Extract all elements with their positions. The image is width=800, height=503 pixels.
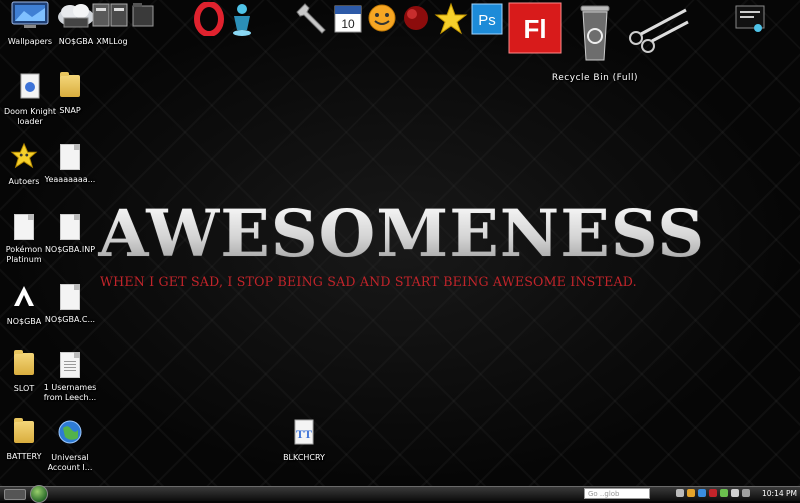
taskbar-search-input[interactable]: Go ..glob <box>584 488 650 499</box>
system-tray <box>676 489 750 499</box>
svg-text:10: 10 <box>341 17 355 31</box>
usernames-label: 1 Usernames from Leech... <box>43 383 97 402</box>
globe-icon <box>58 420 82 444</box>
tray-app-icon[interactable] <box>720 489 728 497</box>
opera-icon[interactable] <box>193 2 225 36</box>
universal-account-shortcut[interactable]: Universal Account I... <box>40 418 100 473</box>
smiley-icon[interactable] <box>366 2 398 34</box>
recycle-bin-label: Recycle Bin (Full) <box>551 73 639 83</box>
chevron-left-icon[interactable] <box>676 489 684 497</box>
arrow-a-icon <box>14 286 34 306</box>
taskbar-clock[interactable]: 10:14 PM <box>762 488 797 500</box>
photoshop-icon[interactable]: Ps <box>470 2 504 36</box>
folder-dock-shortcut[interactable] <box>128 0 158 37</box>
snap-folder[interactable]: SNAP <box>40 72 100 116</box>
folder-dark-icon <box>132 3 154 27</box>
nosgba-inp-label: NO$GBA.INP <box>44 245 96 254</box>
nosgba-inp-file[interactable]: NO$GBA.INP <box>40 212 100 255</box>
network-icon[interactable] <box>731 489 739 497</box>
notes-icon[interactable] <box>732 2 768 34</box>
volume-icon[interactable] <box>742 489 750 497</box>
start-button[interactable] <box>30 485 48 503</box>
figure-icon[interactable] <box>228 2 256 38</box>
calendar-icon[interactable]: 10 <box>333 2 363 34</box>
wallpaper-tagline: WHEN I GET SAD, I STOP BEING SAD AND STA… <box>100 274 637 289</box>
svg-text:Ps: Ps <box>478 12 496 29</box>
text-document-icon <box>56 352 84 380</box>
wrench-icon[interactable] <box>295 2 331 34</box>
star-icon[interactable] <box>434 2 468 36</box>
scissors-icon[interactable] <box>626 4 692 54</box>
tray-app-icon[interactable] <box>709 489 717 497</box>
folder-icon <box>10 418 38 449</box>
red-ball-icon[interactable] <box>400 2 432 34</box>
universal-label: Universal Account I... <box>47 453 93 472</box>
star-character-icon <box>10 142 38 169</box>
tray-app-icon[interactable] <box>698 489 706 497</box>
blkchcry-font[interactable]: TT BLKCHCRY <box>274 418 334 463</box>
svg-text:TT: TT <box>296 427 312 441</box>
yeaaa-label: Yeaaaaaaa... <box>44 175 96 184</box>
nosgba-c-label: NO$GBA.C... <box>44 315 96 324</box>
document-icon <box>10 214 38 242</box>
folder-icon <box>56 72 84 103</box>
show-desktop-button[interactable] <box>4 489 26 500</box>
document-icon <box>56 284 84 312</box>
font-file-icon: TT <box>294 419 314 445</box>
tray-app-icon[interactable] <box>687 489 695 497</box>
blkchcry-label: BLKCHCRY <box>283 453 325 462</box>
folder-icon <box>10 350 38 381</box>
nosgba-c-file[interactable]: NO$GBA.C... <box>40 282 100 325</box>
wallpaper-headline: AWESOMENESS <box>98 198 708 270</box>
taskbar: Go ..glob 10:14 PM <box>0 485 800 503</box>
xmllog-label: XMLLog <box>96 37 128 46</box>
document-icon <box>56 144 84 172</box>
snap-label: SNAP <box>59 106 81 115</box>
recycle-bin-icon <box>580 5 610 61</box>
yeaaa-file[interactable]: Yeaaaaaaa... <box>40 142 100 185</box>
document-icon <box>56 214 84 242</box>
usernames-file[interactable]: 1 Usernames from Leech... <box>40 350 100 403</box>
